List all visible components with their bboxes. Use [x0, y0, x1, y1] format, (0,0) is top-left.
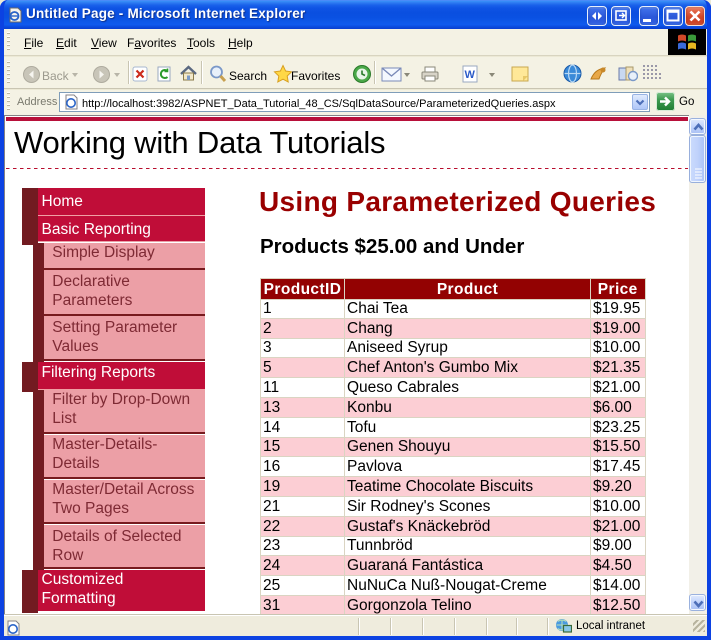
svg-text:W: W: [465, 69, 476, 81]
